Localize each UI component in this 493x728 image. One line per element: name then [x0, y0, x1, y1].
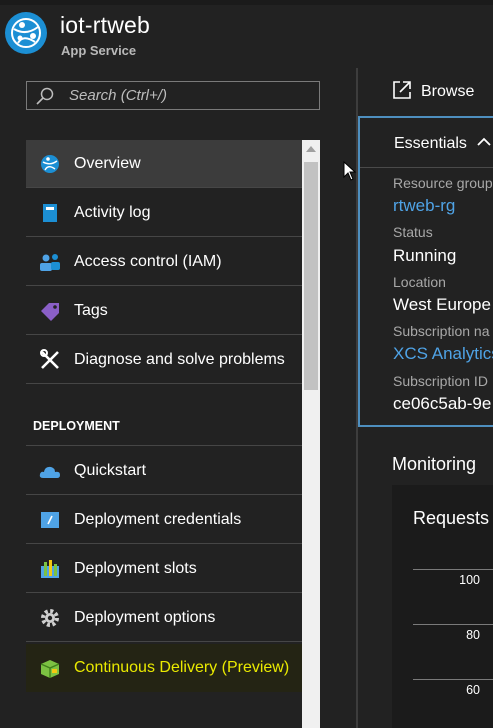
menu-item-access-control[interactable]: Access control (IAM)	[26, 238, 302, 286]
subscription-name-link[interactable]: XCS Analytics	[393, 344, 493, 364]
overview-globe-icon	[39, 153, 61, 175]
chart-gridline	[413, 624, 493, 625]
quickstart-cloud-icon	[39, 460, 61, 482]
menu-item-label: Deployment credentials	[74, 510, 242, 528]
chart-gridline	[413, 569, 493, 570]
menu-item-label: Deployment slots	[74, 559, 197, 577]
tag-icon	[39, 300, 61, 322]
diagnose-tools-icon	[39, 348, 61, 371]
deployment-slots-icon	[39, 558, 61, 580]
status-label: Status	[393, 224, 433, 240]
status-value: Running	[393, 246, 457, 265]
resource-group-label: Resource group	[393, 175, 493, 191]
menu-item-label: Deployment options	[74, 608, 216, 626]
resource-menu: Overview Activity log Access control (IA…	[26, 140, 302, 700]
y-tick-label: 60	[466, 683, 480, 697]
gear-icon	[39, 607, 61, 629]
deployment-credentials-icon	[39, 509, 61, 531]
search-input[interactable]	[69, 82, 309, 109]
menu-item-label: Access control (IAM)	[74, 252, 222, 270]
y-tick-label: 80	[466, 628, 480, 642]
browse-button[interactable]: Browse	[391, 79, 474, 105]
mouse-cursor-icon	[343, 160, 357, 186]
scroll-up-arrow-icon[interactable]	[302, 140, 320, 158]
menu-item-deployment-options[interactable]: Deployment options	[26, 594, 302, 642]
scrollbar-thumb[interactable]	[304, 162, 318, 390]
location-label: Location	[393, 274, 446, 290]
chart-gridline	[413, 679, 493, 680]
menu-item-activity-log[interactable]: Activity log	[26, 189, 302, 237]
menu-item-label: Tags	[74, 301, 108, 319]
menu-item-label: Overview	[74, 154, 141, 172]
menu-item-diagnose[interactable]: Diagnose and solve problems	[26, 336, 302, 384]
essentials-panel: Essentials Resource group rtweb-rg Statu…	[358, 116, 493, 427]
section-label: DEPLOYMENT	[33, 419, 120, 433]
activity-log-icon	[39, 202, 61, 224]
continuous-delivery-icon	[39, 657, 61, 679]
menu-item-label: Activity log	[74, 203, 151, 221]
resource-group-link[interactable]: rtweb-rg	[393, 196, 455, 216]
menu-item-label: Quickstart	[74, 461, 147, 479]
access-control-icon	[39, 251, 61, 273]
menu-item-continuous-delivery[interactable]: Continuous Delivery (Preview)	[26, 644, 302, 692]
menu-item-deployment-slots[interactable]: Deployment slots	[26, 545, 302, 593]
chevron-up-icon[interactable]	[476, 134, 492, 155]
browse-label: Browse	[421, 83, 475, 100]
subscription-id-label: Subscription ID	[393, 373, 488, 389]
app-service-globe-icon	[5, 12, 47, 54]
location-value: West Europe	[393, 295, 491, 314]
external-link-icon	[391, 79, 413, 106]
menu-item-overview[interactable]: Overview	[26, 140, 302, 188]
monitoring-title: Monitoring	[392, 454, 477, 474]
subscription-name-label: Subscription na	[393, 323, 490, 339]
app-title: iot-rtweb	[60, 12, 150, 38]
requests-chart-title: Requests	[413, 508, 490, 528]
menu-item-deployment-credentials[interactable]: Deployment credentials	[26, 496, 302, 544]
essentials-title[interactable]: Essentials	[394, 135, 467, 153]
top-strip	[0, 0, 493, 5]
search-box[interactable]	[26, 81, 320, 110]
section-header-deployment: DEPLOYMENT	[26, 402, 302, 446]
app-subtitle: App Service	[61, 43, 137, 58]
search-icon	[35, 87, 55, 110]
menu-item-label: Continuous Delivery (Preview)	[74, 659, 290, 676]
menu-item-quickstart[interactable]: Quickstart	[26, 447, 302, 495]
y-tick-label: 100	[459, 573, 480, 587]
subscription-id-value: ce06c5ab-9e	[393, 394, 492, 413]
essentials-divider	[360, 167, 493, 168]
menu-item-label: Diagnose and solve problems	[74, 350, 285, 368]
menu-item-tags[interactable]: Tags	[26, 287, 302, 335]
